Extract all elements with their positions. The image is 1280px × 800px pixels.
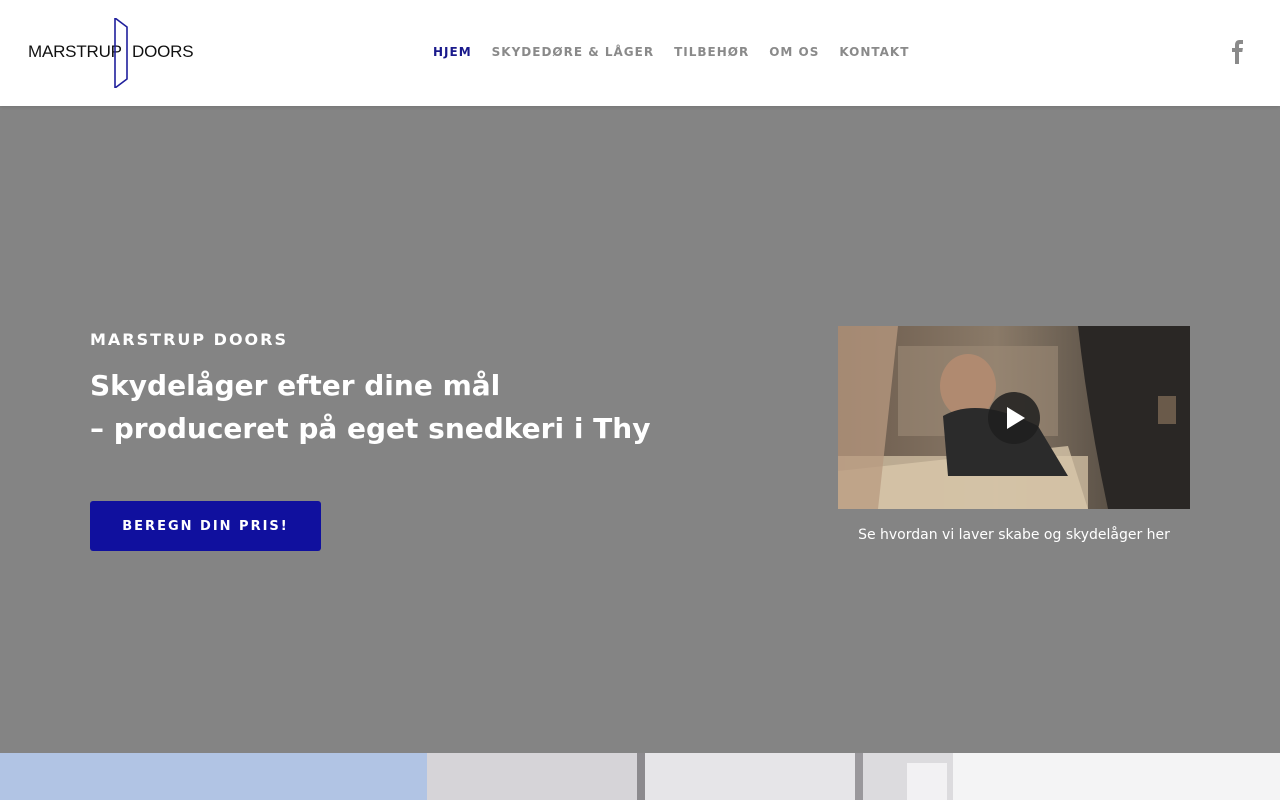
hero-headline-line1: Skydelåger efter dine mål <box>90 369 501 402</box>
site-header: MARSTRUP DOORS HJEM SKYDEDØRE & LÅGER TI… <box>0 0 1280 106</box>
next-section-preview <box>0 753 1280 800</box>
facebook-icon[interactable] <box>1230 40 1246 64</box>
wardrobe-image <box>427 753 1280 800</box>
play-icon <box>1007 407 1025 429</box>
wardrobe-photo <box>427 753 1280 800</box>
calculate-price-button[interactable]: BEREGN DIN PRIS! <box>90 501 321 551</box>
door-logo-icon <box>114 18 128 88</box>
nav-item-hjem[interactable]: HJEM <box>433 45 472 59</box>
nav-item-om-os[interactable]: OM OS <box>769 45 819 59</box>
hero-eyebrow: MARSTRUP DOORS <box>90 330 288 349</box>
main-nav: HJEM SKYDEDØRE & LÅGER TILBEHØR OM OS KO… <box>433 45 929 59</box>
video-thumbnail[interactable] <box>838 326 1190 509</box>
nav-item-kontakt[interactable]: KONTAKT <box>839 45 909 59</box>
hero-headline-line2: – produceret på eget snedkeri i Thy <box>90 412 651 445</box>
logo[interactable]: MARSTRUP DOORS <box>28 18 198 88</box>
nav-item-tilbehor[interactable]: TILBEHØR <box>674 45 749 59</box>
bottom-color-panel <box>0 753 427 800</box>
logo-text-left: MARSTRUP <box>28 42 122 61</box>
hero-section: MARSTRUP DOORS Skydelåger efter dine mål… <box>0 106 1280 753</box>
play-button[interactable] <box>988 392 1040 444</box>
hero-headline: Skydelåger efter dine mål – produceret p… <box>90 364 650 450</box>
nav-item-skydedore-lager[interactable]: SKYDEDØRE & LÅGER <box>492 45 654 59</box>
video-caption: Se hvordan vi laver skabe og skydelåger … <box>858 527 1170 543</box>
logo-text-right: DOORS <box>132 42 194 61</box>
